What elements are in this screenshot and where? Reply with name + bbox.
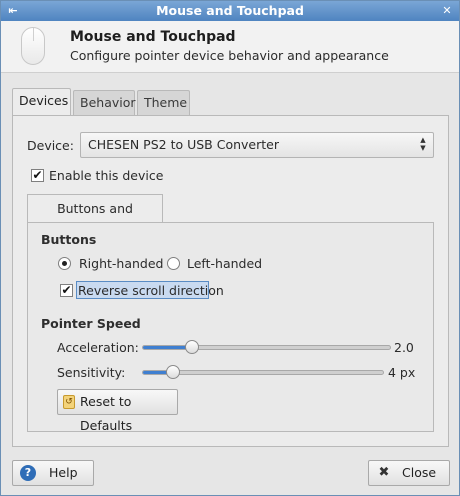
reset-icon: ↺ (63, 395, 75, 409)
shade-icon[interactable]: ⇤ (5, 3, 21, 19)
tab-behavior-label: Behavior (80, 95, 136, 110)
reverse-scroll-label: Reverse scroll direction (78, 283, 224, 298)
close-window-icon[interactable]: ✕ (439, 3, 455, 19)
tab-behavior[interactable]: Behavior (73, 90, 136, 116)
pointer-speed-heading: Pointer Speed (41, 316, 141, 331)
close-button-label: Close (402, 465, 437, 480)
header-subtitle: Configure pointer device behavior and ap… (70, 48, 389, 63)
reverse-scroll-checkbox[interactable]: ✔ (60, 284, 73, 297)
acceleration-slider[interactable] (142, 345, 391, 350)
help-icon: ? (20, 465, 36, 481)
tab-theme[interactable]: Theme (137, 90, 190, 116)
acceleration-label: Acceleration: (57, 340, 139, 355)
reset-defaults-label: Reset to Defaults (80, 394, 133, 433)
window-title: Mouse and Touchpad (156, 3, 304, 18)
enable-device-label: Enable this device (49, 168, 164, 183)
enable-device-checkbox[interactable]: ✔ (31, 169, 44, 182)
left-handed-label: Left-handed (187, 256, 263, 271)
help-button[interactable]: ? Help (12, 460, 94, 486)
header-title: Mouse and Touchpad (70, 29, 236, 45)
acceleration-slider-handle[interactable] (184, 340, 199, 354)
help-button-label: Help (49, 465, 78, 480)
tab-buttons-feedback[interactable]: Buttons and Feedback (27, 194, 163, 243)
device-label: Device: (27, 138, 74, 153)
tab-devices-label: Devices (19, 93, 69, 108)
device-select[interactable]: CHESEN PS2 to USB Converter ▲ ▼ (80, 132, 434, 158)
mouse-icon (21, 27, 45, 65)
sensitivity-value: 4 px (388, 365, 416, 380)
title-bar[interactable]: ⇤ Mouse and Touchpad ✕ (1, 1, 459, 21)
buttons-section-heading: Buttons (41, 232, 97, 247)
reset-defaults-button[interactable]: ↺ Reset to Defaults (57, 389, 178, 433)
tab-devices[interactable]: Devices (12, 88, 71, 116)
close-button[interactable]: ✖ Close (368, 460, 450, 486)
right-handed-radio[interactable] (58, 257, 71, 270)
select-arrows-icon: ▲ ▼ (420, 136, 426, 152)
acceleration-value: 2.0 (394, 340, 414, 355)
tab-theme-label: Theme (144, 95, 188, 110)
sensitivity-label: Sensitivity: (57, 365, 126, 380)
dialog-header: Mouse and Touchpad Configure pointer dev… (1, 21, 459, 73)
right-handed-label: Right-handed (79, 256, 164, 271)
device-select-value: CHESEN PS2 to USB Converter (88, 137, 279, 152)
left-handed-radio[interactable] (167, 257, 180, 270)
mouse-touchpad-window: ⇤ Mouse and Touchpad ✕ Mouse and Touchpa… (0, 0, 460, 496)
close-icon: ✖ (378, 465, 390, 480)
